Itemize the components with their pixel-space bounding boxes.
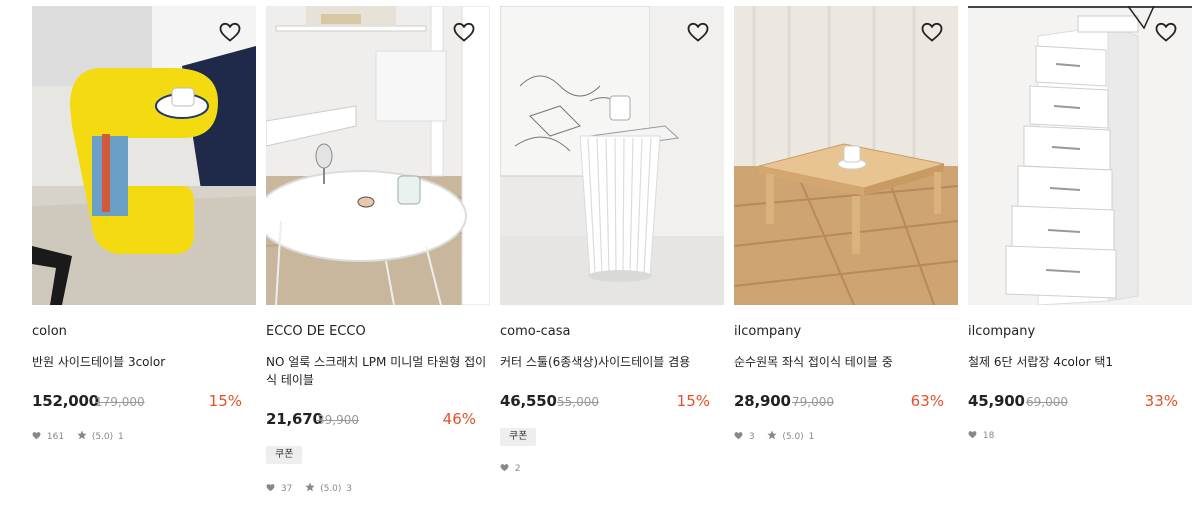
price-row: 28,900 79,000 63%: [734, 392, 944, 412]
brand-name[interactable]: ECCO DE ECCO: [266, 324, 366, 339]
discount-rate: 15%: [676, 392, 710, 410]
product-stats: 3 (5.0) 1: [734, 430, 814, 444]
price-row: 21,670 39,900 46%: [266, 410, 476, 430]
product-photo-wooden-folding-table: [734, 6, 958, 305]
sale-price: 21,670: [266, 410, 323, 428]
price-row: 46,550 55,000 15%: [500, 392, 710, 412]
likes-count: 2: [514, 464, 521, 474]
product-card[interactable]: ilcompany 순수원목 좌식 접이식 테이블 중 28,900 79,00…: [734, 6, 958, 442]
sale-price: 46,550: [500, 392, 557, 410]
product-stats: 18: [968, 430, 994, 444]
coupon-badge: 쿠폰: [500, 428, 537, 446]
wishlist-heart-icon[interactable]: [686, 20, 710, 44]
rating-score: (5.0): [320, 483, 342, 494]
star-icon: [757, 430, 779, 443]
wishlist-heart-icon[interactable]: [452, 20, 476, 44]
likes-count: 3: [748, 431, 755, 442]
review-count: 3: [346, 483, 353, 494]
review-count: 1: [808, 431, 815, 442]
review-count: 1: [118, 431, 124, 442]
discount-rate: 63%: [910, 392, 944, 410]
product-card[interactable]: ECCO DE ECCO NO 얼룩 스크래치 LPM 미니멀 타원형 접이식 …: [266, 6, 490, 494]
original-price: 79,000: [792, 395, 834, 409]
product-photo-yellow-side-table: [32, 6, 256, 305]
price-row: 152,000 179,000 15%: [32, 392, 242, 412]
product-card[interactable]: como-casa 커터 스툴(6종색상)사이드테이블 겸용 46,550 55…: [500, 6, 724, 474]
discount-rate: 33%: [1144, 392, 1178, 410]
heart-icon: [968, 430, 980, 442]
original-price: 39,900: [317, 413, 359, 427]
product-image[interactable]: [32, 6, 256, 305]
heart-icon: [500, 463, 512, 475]
brand-name[interactable]: ilcompany: [968, 324, 1035, 339]
rating-score: (5.0): [91, 431, 114, 442]
heart-icon: [266, 483, 278, 495]
wishlist-heart-icon[interactable]: [218, 20, 242, 44]
discount-rate: 15%: [208, 392, 242, 410]
product-grid: colon 반원 사이드테이블 3color 152,000 179,000 1…: [32, 6, 1200, 509]
brand-name[interactable]: colon: [32, 324, 67, 339]
product-title[interactable]: 반원 사이드테이블 3color: [32, 353, 254, 371]
product-photo-white-drawer-cabinet: [968, 6, 1192, 305]
original-price: 55,000: [557, 395, 599, 409]
product-image[interactable]: [266, 6, 490, 305]
original-price: 69,000: [1026, 395, 1068, 409]
wishlist-heart-icon[interactable]: [920, 20, 944, 44]
product-card[interactable]: ilcompany 철제 6단 서랍장 4color 택1 45,900 69,…: [968, 6, 1192, 441]
brand-name[interactable]: como-casa: [500, 324, 571, 339]
likes-count: 37: [280, 483, 293, 494]
product-title[interactable]: 철제 6단 서랍장 4color 택1: [968, 353, 1190, 371]
rating-score: (5.0): [782, 431, 804, 442]
likes-count: 18: [982, 431, 995, 441]
product-stats: 2: [500, 463, 521, 477]
product-image[interactable]: [968, 6, 1192, 305]
sale-price: 45,900: [968, 392, 1025, 410]
wishlist-heart-icon[interactable]: [1154, 20, 1178, 44]
product-image[interactable]: [500, 6, 724, 305]
coupon-badge: 쿠폰: [266, 446, 303, 464]
likes-count: 161: [46, 431, 65, 442]
heart-icon: [734, 431, 746, 443]
sale-price: 28,900: [734, 392, 791, 410]
star-icon: [295, 482, 317, 495]
product-title[interactable]: NO 얼룩 스크래치 LPM 미니멀 타원형 접이식 테이블: [266, 353, 488, 389]
star-icon: [67, 430, 89, 443]
heart-icon: [32, 431, 44, 443]
product-photo-white-pleated-stool: [500, 6, 724, 305]
brand-name[interactable]: ilcompany: [734, 324, 801, 339]
sale-price: 152,000: [32, 392, 99, 410]
product-stats: 37 (5.0) 3: [266, 482, 352, 496]
product-title[interactable]: 순수원목 좌식 접이식 테이블 중: [734, 353, 956, 371]
product-stats: 161 (5.0) 1: [32, 430, 124, 444]
product-title[interactable]: 커터 스툴(6종색상)사이드테이블 겸용: [500, 353, 722, 371]
product-photo-oval-white-table: [266, 6, 490, 305]
discount-rate: 46%: [442, 410, 476, 428]
price-row: 45,900 69,000 33%: [968, 392, 1178, 412]
product-card[interactable]: colon 반원 사이드테이블 3color 152,000 179,000 1…: [32, 6, 256, 442]
product-image[interactable]: [734, 6, 958, 305]
original-price: 179,000: [95, 395, 145, 409]
